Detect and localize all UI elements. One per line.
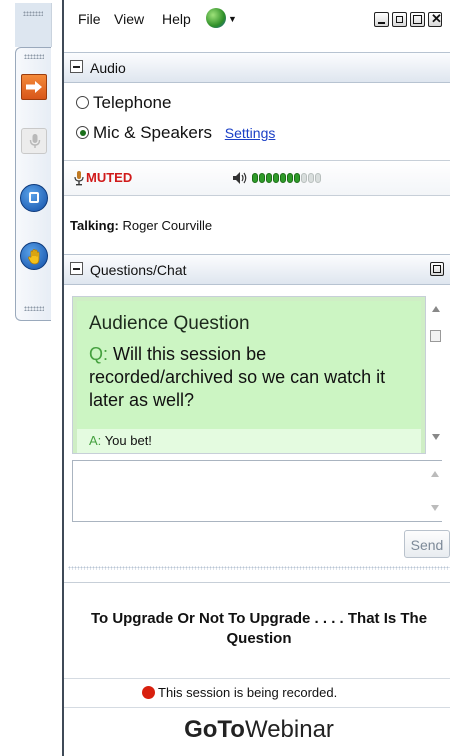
restore-icon: [413, 15, 422, 24]
scroll-thumb[interactable]: [430, 330, 441, 342]
microphone-icon: [29, 134, 41, 148]
answer-row: A: You bet!: [77, 429, 421, 453]
brand-bold: GoTo: [184, 716, 245, 743]
recording-text: This session is being recorded.: [158, 685, 338, 700]
level-segment: [280, 173, 286, 183]
question-card: Audience Question Q: Will this session b…: [77, 301, 421, 453]
level-segment: [259, 173, 265, 183]
input-scrollbar[interactable]: [427, 461, 443, 521]
chat-section-header[interactable]: Questions/Chat: [64, 254, 450, 285]
screen-icon: [29, 192, 39, 203]
gotowebinar-logo: GoToWebinar: [64, 706, 450, 756]
level-segment: [273, 173, 279, 183]
collapse-icon[interactable]: [70, 262, 83, 275]
telephone-label: Telephone: [93, 93, 172, 112]
toolbar-grip-bottom[interactable]: [24, 306, 44, 311]
close-icon: ✕: [431, 11, 442, 26]
scroll-down-icon[interactable]: [432, 434, 440, 440]
restore-icon: [433, 265, 441, 273]
minimize-button[interactable]: [374, 12, 389, 27]
level-segment: [294, 173, 300, 183]
mic-speakers-radio[interactable]: [76, 126, 89, 139]
question-prefix: Q:: [89, 344, 109, 364]
webinar-title-area: To Upgrade Or Not To Upgrade . . . . Tha…: [64, 582, 450, 679]
question-text: Q: Will this session be recorded/archive…: [89, 343, 399, 412]
close-button[interactable]: ✕: [428, 11, 442, 27]
brand-light: Webinar: [244, 716, 334, 743]
audio-section-header[interactable]: Audio: [64, 52, 450, 83]
level-segment: [252, 173, 258, 183]
question-title: Audience Question: [89, 313, 250, 334]
mic-status-bar: MUTED: [64, 160, 450, 196]
scroll-down-icon[interactable]: [431, 505, 439, 511]
muted-status: MUTED: [86, 170, 133, 185]
menu-help[interactable]: Help: [162, 11, 191, 27]
answer-body: You bet!: [104, 433, 152, 448]
chat-scrollbar[interactable]: [428, 296, 444, 452]
mic-speakers-label: Mic & Speakers: [93, 123, 213, 142]
level-segment: [308, 173, 314, 183]
collapse-icon[interactable]: [70, 60, 83, 73]
telephone-option[interactable]: Telephone: [76, 93, 171, 113]
chat-input[interactable]: [72, 460, 443, 522]
restore-button[interactable]: [410, 12, 425, 27]
level-segment: [266, 173, 272, 183]
answer-text: A: You bet!: [89, 433, 152, 448]
recording-dot-icon: [142, 686, 155, 699]
control-toolbar: [15, 47, 51, 321]
microphone-button[interactable]: [21, 128, 47, 154]
divider: [68, 566, 450, 570]
show-hide-panel-button[interactable]: [21, 74, 47, 100]
answer-prefix: A:: [89, 433, 102, 448]
popout-chat-button[interactable]: [430, 262, 444, 276]
orange-arrow-icon: [26, 81, 42, 93]
talking-indicator: Talking: Roger Courville: [70, 218, 212, 233]
raise-hand-button[interactable]: [20, 242, 48, 270]
talking-name: Roger Courville: [122, 218, 213, 233]
webinar-title: To Upgrade Or Not To Upgrade . . . . Tha…: [90, 610, 428, 647]
telephone-radio[interactable]: [76, 96, 89, 109]
talking-label: Talking:: [70, 218, 119, 233]
menu-file[interactable]: File: [78, 11, 101, 27]
send-button[interactable]: Send: [404, 530, 450, 558]
grip-dots: [23, 11, 43, 16]
chat-header-label: Questions/Chat: [90, 262, 187, 278]
level-segment: [315, 173, 321, 183]
mic-speakers-option[interactable]: Mic & Speakers Settings: [76, 123, 275, 143]
level-segment: [287, 173, 293, 183]
minimize-icon: [378, 22, 385, 24]
speaker-icon: [233, 172, 247, 184]
recording-status: This session is being recorded.: [64, 678, 450, 708]
gotowebinar-panel: File View Help ▼ ✕ Audio Telephone Mic &…: [62, 0, 450, 756]
toolbar-grip-top[interactable]: [24, 54, 44, 59]
globe-icon[interactable]: [206, 8, 226, 28]
scroll-up-icon[interactable]: [431, 471, 439, 477]
screen-share-button[interactable]: [20, 184, 48, 212]
audio-header-label: Audio: [90, 60, 126, 76]
maximize-button[interactable]: [392, 12, 407, 27]
maximize-icon: [396, 16, 403, 23]
menu-view[interactable]: View: [114, 11, 144, 27]
toolbar-grab-tab: [15, 3, 52, 47]
chevron-down-icon[interactable]: ▼: [228, 14, 237, 24]
question-body: Will this session be recorded/archived s…: [89, 344, 386, 410]
menubar: File View Help ▼ ✕: [64, 0, 450, 28]
settings-link[interactable]: Settings: [225, 125, 276, 141]
scroll-up-icon[interactable]: [432, 306, 440, 312]
raise-hand-icon: [28, 249, 40, 265]
microphone-icon[interactable]: [74, 170, 84, 186]
chat-log[interactable]: Audience Question Q: Will this session b…: [72, 296, 426, 454]
level-segment: [301, 173, 307, 183]
